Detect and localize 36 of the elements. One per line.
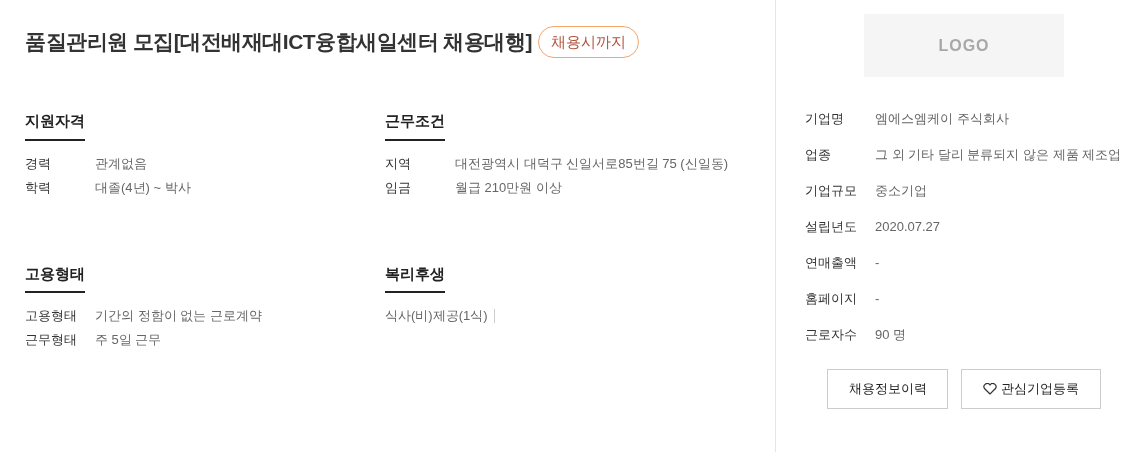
- section-heading: 복리후생: [385, 262, 445, 293]
- field-value: 대전광역시 대덕구 신일서로85번길 75 (신일동): [455, 154, 729, 173]
- field-value: -: [875, 290, 881, 308]
- field-label: 임금: [385, 178, 412, 197]
- field-label: 근무형태: [25, 331, 78, 349]
- company-logo: LOGO: [864, 14, 1064, 77]
- field-value: 월급 210만원 이상: [455, 178, 562, 197]
- section-heading: 고용형태: [25, 262, 85, 293]
- field-label: 홈페이지: [805, 290, 858, 308]
- field-value: 기간의 정함이 없는 근로계약: [95, 307, 262, 325]
- section-heading: 근무조건: [385, 110, 445, 141]
- field-value: 90 명: [875, 326, 908, 344]
- field-label: 기업규모: [805, 182, 858, 200]
- history-button[interactable]: 채용정보이력: [827, 369, 948, 409]
- field-value: 엠에스엠케이 주식회사: [875, 110, 1010, 128]
- field-value: 대졸(4년) ~ 박사: [95, 178, 191, 197]
- field-label: 경력: [25, 154, 52, 173]
- field-label: 고용형태: [25, 307, 78, 325]
- field-label: 설립년도: [805, 218, 858, 236]
- section-heading: 지원자격: [25, 110, 85, 141]
- field-label: 연매출액: [805, 254, 858, 272]
- job-title: 품질관리원 모집[대전배재대ICT융합새일센터 채용대행]: [25, 29, 532, 56]
- field-label: 업종: [805, 146, 832, 164]
- benefit-item: 식사(비)제공(1식): [385, 309, 495, 323]
- field-value: 그 외 기타 달리 분류되지 않은 제품 제조업: [875, 146, 1123, 164]
- field-value: 주 5일 근무: [95, 331, 162, 349]
- field-value: -: [875, 254, 881, 272]
- field-value: 2020.07.27: [875, 218, 942, 236]
- field-label: 지역: [385, 154, 412, 173]
- field-label: 근로자수: [805, 326, 858, 344]
- field-value: 관계없음: [95, 154, 147, 173]
- field-value: 중소기업: [875, 182, 928, 200]
- heart-icon: [983, 383, 997, 395]
- field-label: 기업명: [805, 110, 845, 128]
- field-label: 학력: [25, 178, 52, 197]
- favorite-company-button[interactable]: 관심기업등록: [961, 369, 1101, 409]
